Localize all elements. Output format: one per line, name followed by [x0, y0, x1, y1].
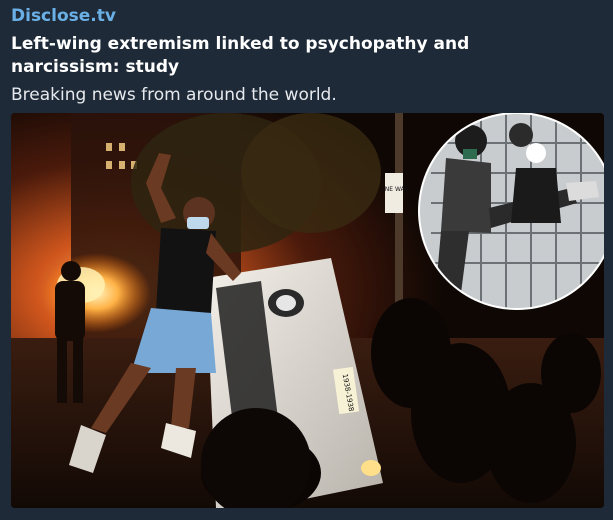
source-link[interactable]: Disclose.tv [11, 6, 116, 26]
link-preview-card: Disclose.tv Left-wing extremism linked t… [0, 0, 613, 520]
one-way-sign [385, 173, 403, 213]
riot-scene-image: ONE WAY 1938-1938 [11, 113, 604, 508]
preview-title[interactable]: Left-wing extremism linked to psychopath… [11, 33, 581, 79]
preview-description: Breaking news from around the world. [11, 85, 337, 105]
tree [241, 113, 381, 233]
white-helmet [526, 143, 546, 163]
preview-image[interactable]: ONE WAY 1938-1938 [11, 113, 604, 508]
sign-text: ONE WAY [380, 186, 408, 193]
